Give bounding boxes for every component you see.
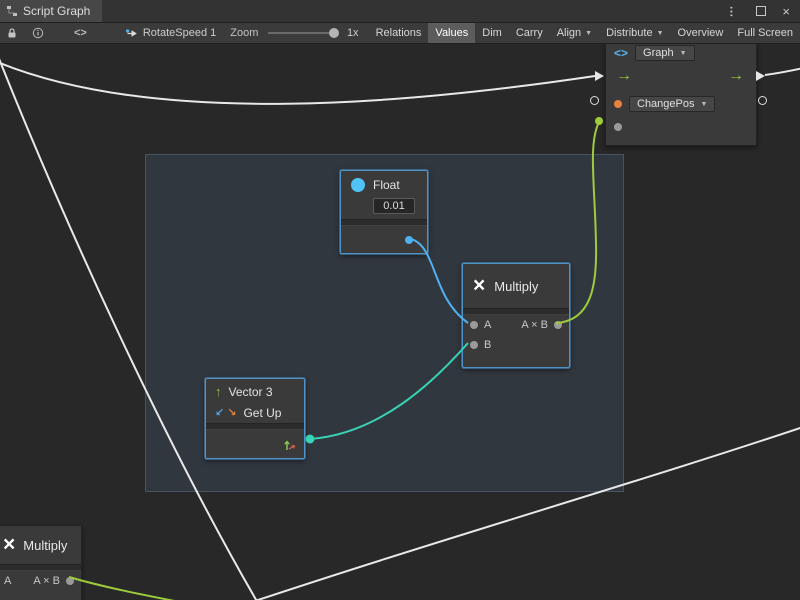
dropdown-caret-icon: ▼ bbox=[680, 50, 687, 57]
info-icon[interactable] bbox=[32, 27, 44, 39]
multiply-icon: × bbox=[3, 535, 15, 555]
script-graph-icon bbox=[6, 5, 18, 17]
multiply-input-b-port[interactable] bbox=[470, 341, 478, 349]
node-float[interactable]: Float 0.01 bbox=[340, 170, 428, 254]
lock-icon[interactable] bbox=[6, 27, 18, 39]
script-graph-asset-icon bbox=[125, 28, 138, 39]
unconnected-port-left[interactable] bbox=[590, 96, 599, 105]
float-value-input[interactable]: 0.01 bbox=[373, 198, 415, 214]
vector3-up-icon: ↑ bbox=[215, 384, 222, 399]
distribute-label: Distribute bbox=[606, 27, 652, 39]
node-divider bbox=[206, 423, 304, 430]
get-up-title: Get Up bbox=[243, 406, 281, 420]
values-button[interactable]: Values bbox=[428, 23, 475, 43]
output-label: A × B bbox=[33, 575, 60, 587]
multiply-partial-title: Multiply bbox=[23, 538, 67, 553]
multiply-partial-output-port[interactable] bbox=[66, 577, 74, 585]
changepos-dropdown-label: ChangePos bbox=[637, 98, 695, 110]
graph-canvas[interactable]: Float 0.01 × Multiply A A × B bbox=[0, 44, 800, 600]
multiply-icon: × bbox=[473, 276, 485, 296]
multiply-output-port[interactable] bbox=[554, 321, 562, 329]
node-get-up[interactable]: ↑ Vector 3 ↙ ↘ Get Up bbox=[205, 378, 305, 459]
vector3-output-type-icon bbox=[283, 438, 296, 451]
flow-connection-arrow-left[interactable] bbox=[595, 71, 604, 81]
graph-dropdown[interactable]: Graph ▼ bbox=[635, 45, 695, 61]
float-output-port[interactable] bbox=[405, 236, 413, 244]
zoom-label: Zoom bbox=[230, 27, 258, 39]
align-label: Align bbox=[557, 27, 581, 39]
graph-io-connection-dot[interactable] bbox=[595, 117, 603, 125]
vector3-type-label: Vector 3 bbox=[229, 385, 273, 399]
arrow-down-right-icon: ↘ bbox=[227, 406, 236, 419]
code-icon[interactable]: <> bbox=[74, 27, 87, 39]
node-divider bbox=[341, 219, 427, 226]
graph-code-icon: <> bbox=[614, 46, 628, 60]
wire-white-right-stub[interactable] bbox=[765, 67, 800, 75]
node-divider bbox=[463, 308, 569, 315]
float-node-title: Float bbox=[373, 178, 400, 192]
dropdown-caret-icon: ▼ bbox=[657, 30, 664, 37]
graph-dropdown-label: Graph bbox=[643, 47, 674, 59]
zoom-slider[interactable] bbox=[268, 32, 337, 34]
carry-button[interactable]: Carry bbox=[509, 23, 550, 43]
close-icon[interactable]: × bbox=[782, 4, 790, 19]
node-multiply-partial[interactable]: × Multiply A A × B bbox=[0, 525, 82, 600]
window-menu-icon[interactable]: … bbox=[728, 6, 742, 17]
overview-label: Overview bbox=[678, 27, 724, 39]
input-a-label: A bbox=[4, 575, 11, 587]
zoom-value: 1x bbox=[347, 27, 359, 39]
float-type-icon bbox=[351, 178, 365, 192]
overview-button[interactable]: Overview bbox=[671, 23, 731, 43]
multiply-node-title: Multiply bbox=[494, 279, 538, 294]
fullscreen-label: Full Screen bbox=[737, 27, 793, 39]
arrow-down-left-icon: ↙ bbox=[215, 406, 224, 419]
dropdown-caret-icon: ▼ bbox=[701, 101, 708, 108]
wire-multiply-partial-output[interactable] bbox=[69, 577, 200, 600]
relations-button[interactable]: Relations bbox=[369, 23, 429, 43]
distribute-dropdown-button[interactable]: Distribute ▼ bbox=[599, 23, 670, 43]
dropdown-caret-icon: ▼ bbox=[585, 30, 592, 37]
output-label: A × B bbox=[521, 319, 548, 331]
relations-label: Relations bbox=[376, 27, 422, 39]
graph-breadcrumb[interactable]: RotateSpeed 1 bbox=[125, 27, 216, 39]
zoom-slider-handle[interactable] bbox=[329, 28, 339, 38]
align-dropdown-button[interactable]: Align ▼ bbox=[550, 23, 599, 43]
unconnected-port-right[interactable] bbox=[758, 96, 767, 105]
input-a-label: A bbox=[484, 319, 491, 331]
script-graph-window: Script Graph … × <> bbox=[0, 0, 800, 600]
input-b-label: B bbox=[484, 339, 491, 351]
tab-script-graph[interactable]: Script Graph bbox=[0, 0, 102, 22]
flow-output-arrow-icon[interactable]: → bbox=[728, 67, 744, 85]
toolbar: <> RotateSpeed 1 Zoom 1x Relations Value… bbox=[0, 23, 800, 44]
node-graph-io[interactable]: <> Graph ▼ → → ChangePos ▼ bbox=[605, 44, 757, 146]
dim-label: Dim bbox=[482, 27, 502, 39]
graph-io-value-port[interactable] bbox=[614, 123, 622, 131]
graph-name-label: RotateSpeed 1 bbox=[143, 27, 216, 39]
carry-label: Carry bbox=[516, 27, 543, 39]
changepos-input-port[interactable] bbox=[614, 100, 622, 108]
node-multiply[interactable]: × Multiply A A × B B bbox=[462, 263, 570, 368]
changepos-dropdown[interactable]: ChangePos ▼ bbox=[629, 96, 715, 112]
fullscreen-button[interactable]: Full Screen bbox=[730, 23, 800, 43]
maximize-icon[interactable] bbox=[756, 6, 766, 16]
flow-connection-arrow-right[interactable] bbox=[756, 71, 765, 81]
titlebar: Script Graph … × bbox=[0, 0, 800, 23]
node-divider bbox=[0, 564, 81, 571]
wire-white-top[interactable] bbox=[0, 58, 595, 104]
dim-button[interactable]: Dim bbox=[475, 23, 509, 43]
multiply-input-a-port[interactable] bbox=[470, 321, 478, 329]
values-label: Values bbox=[435, 27, 468, 39]
window-title: Script Graph bbox=[23, 4, 90, 18]
flow-input-arrow-icon[interactable]: → bbox=[616, 67, 632, 85]
